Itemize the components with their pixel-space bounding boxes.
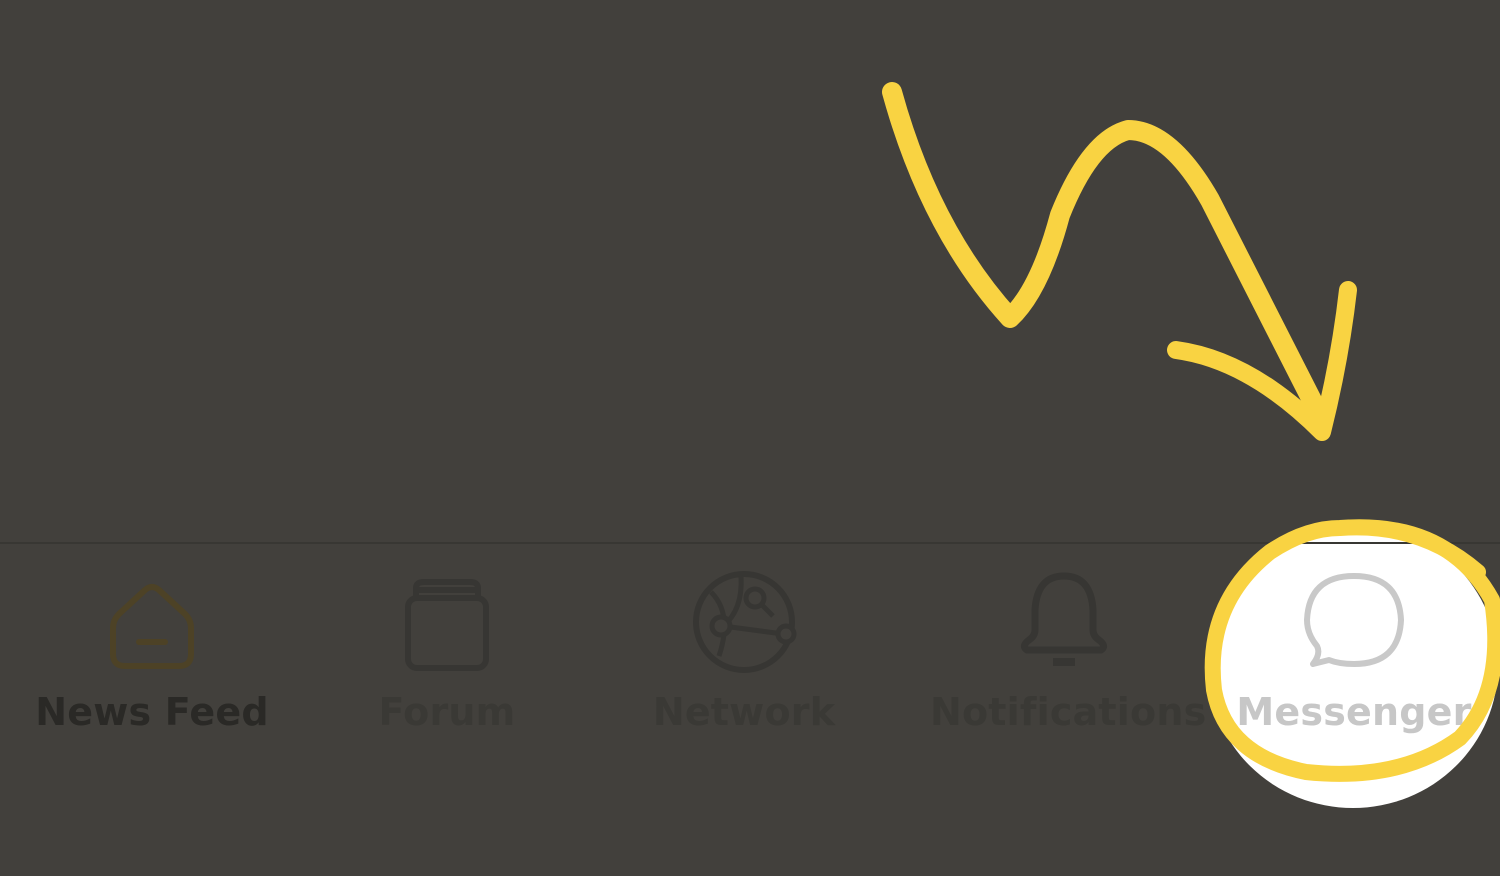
yellow-arrow [882, 82, 1332, 430]
yellow-arrowhead [1167, 281, 1357, 441]
tab-notifications-label: Notifications [930, 690, 1207, 734]
chat-bubble-icon [1304, 573, 1404, 667]
tab-news-feed-label: News Feed [35, 690, 269, 734]
tab-network-label: Network [652, 690, 836, 734]
network-icon [693, 571, 797, 673]
bottom-tab-bar: News Feed Forum Network Notifications Me… [0, 544, 1500, 876]
home-icon [110, 584, 194, 669]
tab-messenger[interactable]: Messenger [1234, 544, 1474, 764]
bell-icon [1020, 572, 1108, 666]
tab-forum[interactable]: Forum [322, 544, 572, 764]
forum-icon [405, 579, 489, 671]
app-screen: News Feed Forum Network Notifications Me… [0, 0, 1500, 876]
tab-messenger-label: Messenger [1236, 690, 1472, 734]
tab-news-feed[interactable]: News Feed [22, 544, 282, 764]
tab-network[interactable]: Network [622, 544, 866, 764]
tab-notifications[interactable]: Notifications [930, 544, 1207, 764]
tab-forum-label: Forum [378, 690, 516, 734]
